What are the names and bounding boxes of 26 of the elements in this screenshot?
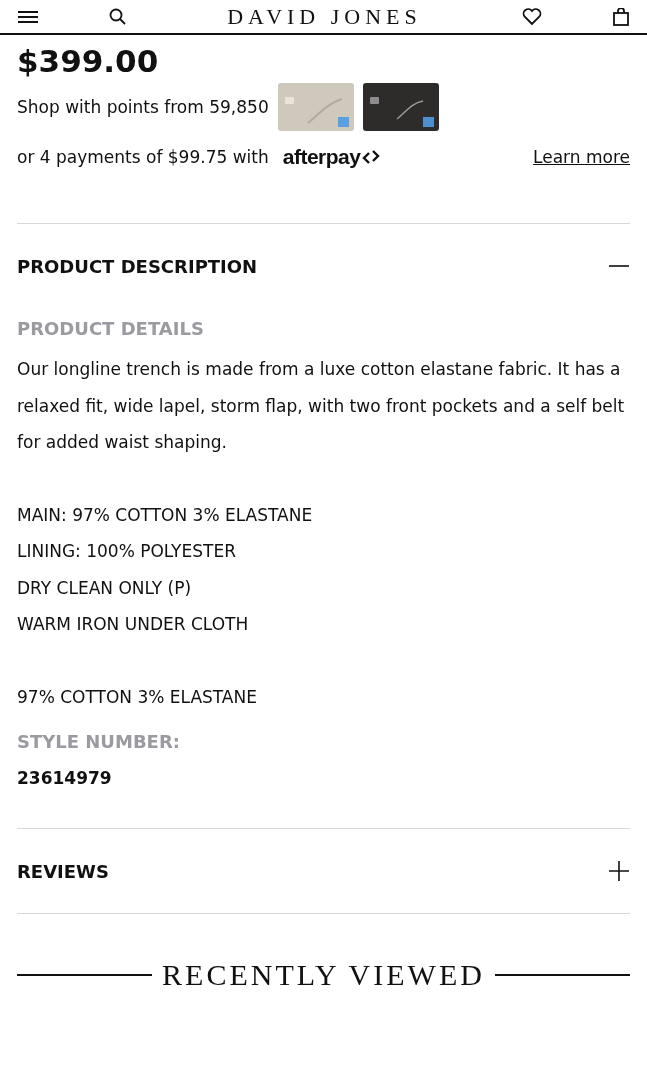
composition-text: 97% COTTON 3% ELASTANE xyxy=(17,685,258,709)
points-text: Shop with points from 59,850 xyxy=(17,97,269,117)
credit-card-icon xyxy=(362,83,439,131)
search-icon[interactable] xyxy=(109,7,127,26)
care-line: LINING: 100% POLYESTER xyxy=(17,540,237,563)
price: $399.00 xyxy=(17,42,160,81)
store-logo[interactable]: DAVID JONES xyxy=(197,3,452,30)
heart-icon[interactable] xyxy=(522,7,542,26)
care-line: DRY CLEAN ONLY (P) xyxy=(17,576,193,600)
expand-icon[interactable] xyxy=(608,860,630,882)
care-line: MAIN: 97% COTTON 3% ELASTANE xyxy=(17,503,314,527)
learn-more-link[interactable]: Learn more xyxy=(533,147,630,167)
credit-card-icon xyxy=(277,83,354,131)
menu-icon[interactable] xyxy=(17,9,39,24)
description-text: Our longline trench is made from a luxe cotton elastane fabric. It has a relaxed fit, wide lapel, storm flap, with two front pockets and a self belt for added waist shaping. xyxy=(17,358,626,454)
bag-icon[interactable] xyxy=(612,7,630,26)
style-number: 23614979 xyxy=(17,768,113,788)
recently-viewed-heading: RECENTLY VIEWED xyxy=(162,958,485,992)
style-number-label: STYLE NUMBER: xyxy=(17,731,181,752)
section-heading[interactable]: REVIEWS xyxy=(17,860,109,882)
loop-arrows-icon xyxy=(361,149,382,165)
care-line: WARM IRON UNDER CLOTH xyxy=(17,613,250,636)
payment-text: or 4 payments of $99.75 with xyxy=(17,147,269,167)
section-heading[interactable]: PRODUCT DESCRIPTION xyxy=(17,255,258,277)
details-heading: PRODUCT DETAILS xyxy=(17,318,205,339)
afterpay-logo: afterpay xyxy=(282,145,361,169)
